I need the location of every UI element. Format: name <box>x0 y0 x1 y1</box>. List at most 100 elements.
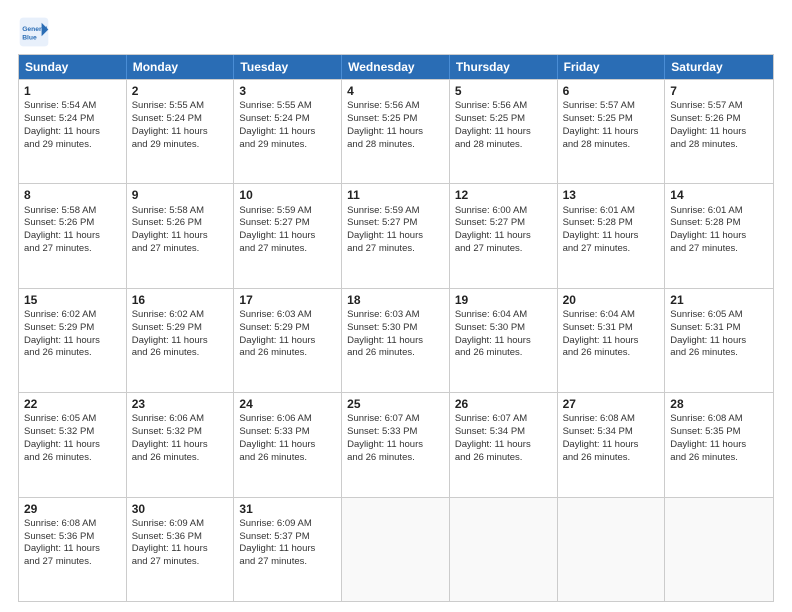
day-info-line: Sunset: 5:25 PM <box>455 113 552 126</box>
day-number: 13 <box>563 187 660 203</box>
day-info-line: Daylight: 11 hours <box>24 126 121 139</box>
day-info-line: Sunrise: 6:04 AM <box>563 309 660 322</box>
day-info-line: Daylight: 11 hours <box>239 126 336 139</box>
day-info-line: Sunrise: 6:02 AM <box>132 309 229 322</box>
day-info-line: Sunrise: 6:00 AM <box>455 205 552 218</box>
calendar-cell: 27Sunrise: 6:08 AMSunset: 5:34 PMDayligh… <box>558 393 666 496</box>
calendar-cell: 14Sunrise: 6:01 AMSunset: 5:28 PMDayligh… <box>665 184 773 287</box>
day-info-line: Sunset: 5:28 PM <box>563 217 660 230</box>
day-number: 30 <box>132 501 229 517</box>
calendar-cell: 9Sunrise: 5:58 AMSunset: 5:26 PMDaylight… <box>127 184 235 287</box>
logo: General Blue <box>18 16 54 48</box>
day-info-line: Daylight: 11 hours <box>132 335 229 348</box>
day-info-line: Daylight: 11 hours <box>455 126 552 139</box>
calendar-cell: 5Sunrise: 5:56 AMSunset: 5:25 PMDaylight… <box>450 80 558 183</box>
day-info-line: and 27 minutes. <box>24 243 121 256</box>
calendar-cell <box>665 498 773 601</box>
day-info-line: Sunset: 5:26 PM <box>132 217 229 230</box>
day-info-line: and 26 minutes. <box>670 452 768 465</box>
day-info-line: and 26 minutes. <box>670 347 768 360</box>
day-info-line: Sunset: 5:27 PM <box>347 217 444 230</box>
day-info-line: and 27 minutes. <box>455 243 552 256</box>
day-info-line: Sunrise: 6:04 AM <box>455 309 552 322</box>
calendar-cell <box>558 498 666 601</box>
day-info-line: Daylight: 11 hours <box>24 230 121 243</box>
calendar-cell: 21Sunrise: 6:05 AMSunset: 5:31 PMDayligh… <box>665 289 773 392</box>
day-info-line: Sunset: 5:36 PM <box>132 531 229 544</box>
day-info-line: Sunrise: 5:54 AM <box>24 100 121 113</box>
day-info-line: Sunrise: 5:56 AM <box>347 100 444 113</box>
day-number: 18 <box>347 292 444 308</box>
day-info-line: Daylight: 11 hours <box>455 335 552 348</box>
day-info-line: and 27 minutes. <box>347 243 444 256</box>
day-info-line: Daylight: 11 hours <box>239 439 336 452</box>
day-info-line: Sunset: 5:26 PM <box>670 113 768 126</box>
day-info-line: and 27 minutes. <box>24 556 121 569</box>
day-info-line: and 26 minutes. <box>239 347 336 360</box>
day-info-line: and 27 minutes. <box>239 556 336 569</box>
day-info-line: and 29 minutes. <box>24 139 121 152</box>
day-info-line: Sunrise: 5:59 AM <box>347 205 444 218</box>
calendar-week-2: 8Sunrise: 5:58 AMSunset: 5:26 PMDaylight… <box>19 183 773 287</box>
calendar-cell: 3Sunrise: 5:55 AMSunset: 5:24 PMDaylight… <box>234 80 342 183</box>
day-number: 17 <box>239 292 336 308</box>
day-info-line: Sunrise: 6:02 AM <box>24 309 121 322</box>
day-info-line: Sunset: 5:29 PM <box>132 322 229 335</box>
calendar-header-cell: Sunday <box>19 55 127 79</box>
calendar-header-cell: Monday <box>127 55 235 79</box>
day-number: 4 <box>347 83 444 99</box>
day-number: 15 <box>24 292 121 308</box>
calendar-cell: 19Sunrise: 6:04 AMSunset: 5:30 PMDayligh… <box>450 289 558 392</box>
calendar-week-3: 15Sunrise: 6:02 AMSunset: 5:29 PMDayligh… <box>19 288 773 392</box>
calendar-body: 1Sunrise: 5:54 AMSunset: 5:24 PMDaylight… <box>19 79 773 601</box>
day-info-line: Daylight: 11 hours <box>24 543 121 556</box>
day-info-line: Sunset: 5:32 PM <box>132 426 229 439</box>
day-info-line: Sunrise: 5:58 AM <box>24 205 121 218</box>
day-info-line: Daylight: 11 hours <box>132 126 229 139</box>
day-info-line: Daylight: 11 hours <box>132 230 229 243</box>
day-info-line: Sunset: 5:26 PM <box>24 217 121 230</box>
day-info-line: Sunrise: 5:55 AM <box>239 100 336 113</box>
day-info-line: Sunrise: 6:03 AM <box>347 309 444 322</box>
day-number: 21 <box>670 292 768 308</box>
day-info-line: Sunrise: 6:07 AM <box>347 413 444 426</box>
day-info-line: and 27 minutes. <box>132 556 229 569</box>
day-info-line: Sunset: 5:25 PM <box>563 113 660 126</box>
day-info-line: Daylight: 11 hours <box>24 335 121 348</box>
day-number: 10 <box>239 187 336 203</box>
day-info-line: Daylight: 11 hours <box>347 335 444 348</box>
calendar-cell: 26Sunrise: 6:07 AMSunset: 5:34 PMDayligh… <box>450 393 558 496</box>
day-info-line: Sunrise: 6:05 AM <box>670 309 768 322</box>
day-info-line: Sunset: 5:25 PM <box>347 113 444 126</box>
calendar-cell: 25Sunrise: 6:07 AMSunset: 5:33 PMDayligh… <box>342 393 450 496</box>
day-info-line: Sunset: 5:29 PM <box>24 322 121 335</box>
day-number: 31 <box>239 501 336 517</box>
calendar-header-cell: Thursday <box>450 55 558 79</box>
day-info-line: Sunrise: 6:09 AM <box>239 518 336 531</box>
day-info-line: and 28 minutes. <box>563 139 660 152</box>
calendar-cell: 20Sunrise: 6:04 AMSunset: 5:31 PMDayligh… <box>558 289 666 392</box>
day-info-line: Daylight: 11 hours <box>670 439 768 452</box>
day-info-line: Sunset: 5:24 PM <box>132 113 229 126</box>
day-info-line: Sunset: 5:29 PM <box>239 322 336 335</box>
day-number: 25 <box>347 396 444 412</box>
day-info-line: and 26 minutes. <box>24 452 121 465</box>
day-number: 2 <box>132 83 229 99</box>
day-info-line: Sunset: 5:34 PM <box>563 426 660 439</box>
day-number: 16 <box>132 292 229 308</box>
day-info-line: Sunset: 5:35 PM <box>670 426 768 439</box>
calendar-cell: 15Sunrise: 6:02 AMSunset: 5:29 PMDayligh… <box>19 289 127 392</box>
calendar-cell: 11Sunrise: 5:59 AMSunset: 5:27 PMDayligh… <box>342 184 450 287</box>
day-info-line: Sunrise: 6:06 AM <box>132 413 229 426</box>
day-number: 11 <box>347 187 444 203</box>
day-info-line: Daylight: 11 hours <box>563 439 660 452</box>
day-number: 23 <box>132 396 229 412</box>
day-info-line: Sunrise: 6:05 AM <box>24 413 121 426</box>
day-info-line: Sunset: 5:27 PM <box>455 217 552 230</box>
day-number: 19 <box>455 292 552 308</box>
day-info-line: Sunrise: 5:58 AM <box>132 205 229 218</box>
day-info-line: Daylight: 11 hours <box>563 126 660 139</box>
day-info-line: Sunset: 5:34 PM <box>455 426 552 439</box>
day-number: 12 <box>455 187 552 203</box>
day-info-line: Sunset: 5:27 PM <box>239 217 336 230</box>
